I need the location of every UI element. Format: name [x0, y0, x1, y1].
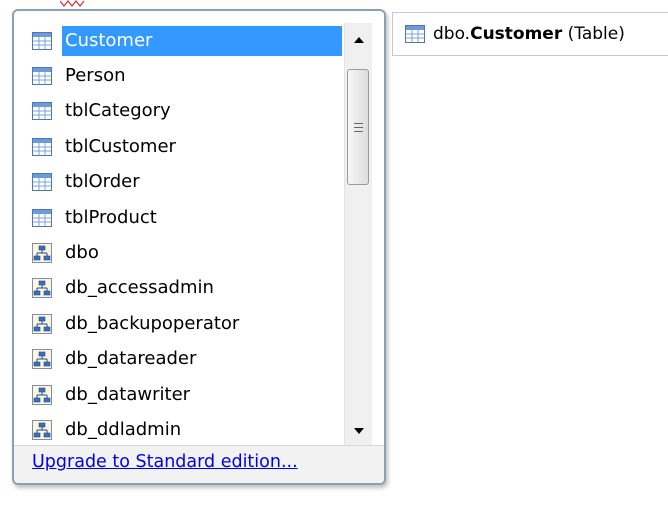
- table-icon: [30, 170, 54, 194]
- scroll-up-button[interactable]: [345, 27, 372, 53]
- autocomplete-item[interactable]: db_datareader: [28, 342, 342, 377]
- table-icon: [405, 25, 425, 43]
- tooltip-object-type: (Table): [562, 24, 625, 44]
- autocomplete-item-label: Customer: [62, 25, 342, 56]
- tooltip-schema-prefix: dbo.: [433, 24, 471, 44]
- autocomplete-item-label: db_datareader: [65, 348, 197, 370]
- autocomplete-item[interactable]: Customer: [28, 23, 342, 58]
- autocomplete-item-label: dbo: [65, 242, 99, 264]
- autocomplete-item[interactable]: tblOrder: [28, 165, 342, 200]
- autocomplete-item[interactable]: db_backupoperator: [28, 306, 342, 341]
- autocomplete-item[interactable]: tblProduct: [28, 200, 342, 235]
- autocomplete-item-label: db_accessadmin: [65, 277, 214, 299]
- table-icon: [30, 29, 54, 53]
- schema-icon: [30, 418, 54, 442]
- stage: Customer Person tblCategory tblCustomer tblO…: [0, 0, 668, 506]
- thumb-grip-line: [354, 131, 363, 132]
- thumb-grip-line: [354, 127, 363, 128]
- autocomplete-item[interactable]: dbo: [28, 235, 342, 270]
- table-icon: [30, 64, 54, 88]
- autocomplete-item-label: tblOrder: [65, 171, 140, 193]
- table-icon: [30, 99, 54, 123]
- scroll-up-arrow-icon: [353, 37, 364, 43]
- autocomplete-item[interactable]: tblCategory: [28, 94, 342, 129]
- autocomplete-item[interactable]: db_accessadmin: [28, 271, 342, 306]
- autocomplete-item[interactable]: db_datawriter: [28, 377, 342, 412]
- autocomplete-item-label: db_ddladmin: [65, 418, 182, 440]
- autocomplete-item-label: db_backupoperator: [65, 312, 240, 334]
- autocomplete-item-label: tblCategory: [65, 100, 171, 122]
- autocomplete-item-label: db_datawriter: [65, 383, 191, 405]
- scroll-down-arrow-icon: [353, 428, 364, 434]
- object-info-tooltip: dbo. Customer (Table): [392, 12, 668, 56]
- autocomplete-popup: Customer Person tblCategory tblCustomer tblO…: [12, 9, 386, 485]
- schema-icon: [30, 383, 54, 407]
- autocomplete-item[interactable]: Person: [28, 58, 342, 93]
- popup-footer: Upgrade to Standard edition...: [14, 445, 384, 483]
- schema-icon: [30, 312, 54, 336]
- table-icon: [30, 206, 54, 230]
- schema-icon: [30, 276, 54, 300]
- autocomplete-item-label: tblCustomer: [65, 135, 176, 157]
- scroll-down-button[interactable]: [345, 418, 372, 444]
- autocomplete-item-label: tblProduct: [65, 206, 157, 228]
- autocomplete-item[interactable]: db_ddladmin: [28, 412, 342, 447]
- upgrade-link[interactable]: Upgrade to Standard edition...: [32, 452, 298, 472]
- autocomplete-item-label: Person: [65, 65, 126, 87]
- schema-icon: [30, 241, 54, 265]
- schema-icon: [30, 347, 54, 371]
- thumb-grip-line: [354, 123, 363, 124]
- autocomplete-item[interactable]: tblCustomer: [28, 129, 342, 164]
- table-icon: [30, 135, 54, 159]
- scroll-thumb[interactable]: [347, 69, 369, 185]
- error-squiggle-icon: [60, 0, 85, 7]
- vertical-scrollbar[interactable]: [344, 23, 372, 448]
- autocomplete-list: Customer Person tblCategory tblCustomer tblO…: [28, 23, 342, 448]
- tooltip-object-name: Customer: [470, 24, 563, 44]
